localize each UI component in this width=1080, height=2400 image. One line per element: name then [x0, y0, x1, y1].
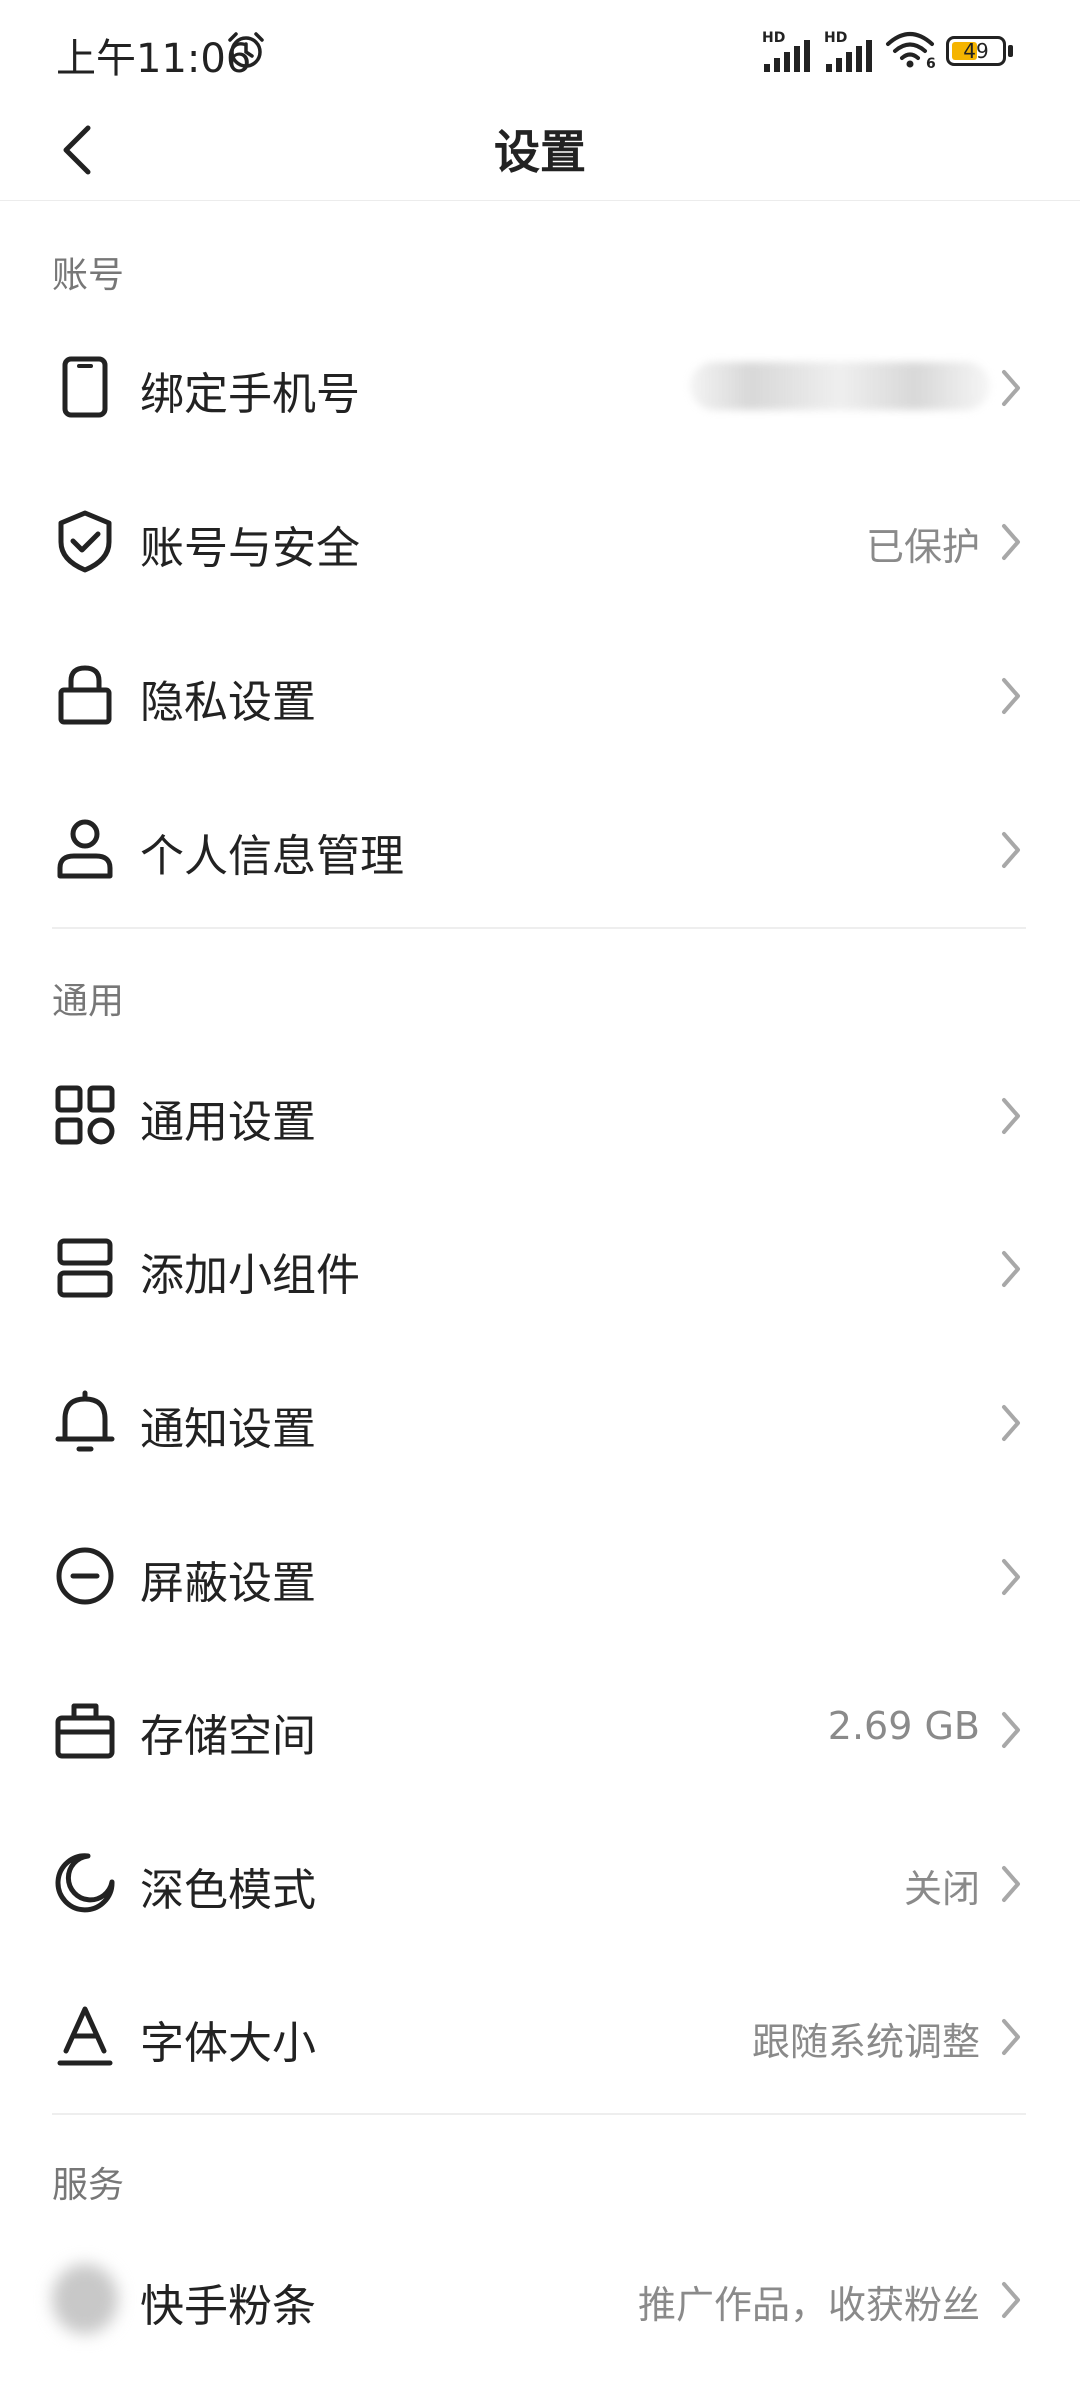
settings-row-label: 屏蔽设置 [140, 1558, 316, 1609]
settings-row-value: 关闭 [903, 1867, 980, 1911]
navigation-bar: 设置 [0, 100, 1080, 201]
chevron-right-icon [1002, 1251, 1020, 1287]
chevron-right-icon [1002, 1866, 1020, 1902]
alarm-icon [228, 32, 264, 68]
wifi-icon: 6 [884, 30, 936, 74]
lock-icon [58, 665, 112, 725]
phone-icon [62, 356, 108, 418]
cell-signal-icon-2: HD [824, 30, 880, 72]
settings-row-value: 2.69 GB [827, 1704, 980, 1748]
chevron-right-icon [1002, 1559, 1020, 1595]
settings-row-label: 个人信息管理 [140, 831, 404, 882]
settings-row-label: 通知设置 [140, 1404, 316, 1455]
chevron-right-icon [1002, 1098, 1020, 1134]
widget-icon [57, 1238, 113, 1298]
settings-row-label: 隐私设置 [140, 677, 316, 728]
settings-row-personal-info[interactable]: 个人信息管理 [0, 774, 1080, 924]
section-header-general: 通用 [52, 981, 125, 1022]
settings-row-font-size[interactable]: 字体大小 跟随系统调整 [0, 1961, 1080, 2111]
chevron-right-icon [1002, 2282, 1020, 2318]
shield-check-icon [58, 510, 112, 573]
settings-row-dark-mode[interactable]: 深色模式 关闭 [0, 1808, 1080, 1958]
bell-icon [55, 1390, 115, 1452]
settings-row-kuaishou-fentiao[interactable]: 快手粉条 推广作品，收获粉丝 [0, 2224, 1080, 2374]
chevron-right-icon [1002, 832, 1020, 868]
moon-icon [55, 1853, 115, 1913]
status-time: 上午11:06 [56, 36, 252, 82]
settings-row-account-security[interactable]: 账号与安全 已保护 [0, 466, 1080, 616]
chevron-right-icon [1002, 1712, 1020, 1748]
block-icon [56, 1547, 114, 1605]
battery-level: 49 [963, 39, 989, 63]
settings-row-storage[interactable]: 存储空间 2.69 GB [0, 1654, 1080, 1804]
section-header-services: 服务 [52, 2165, 125, 2206]
status-bar: 上午11:06 HD HD 6 49 [0, 0, 1080, 100]
settings-row-bind-phone[interactable]: 绑定手机号 [0, 312, 1080, 462]
settings-row-label: 存储空间 [140, 1711, 316, 1762]
settings-row-value: 已保护 [865, 525, 980, 569]
section-divider [52, 927, 1026, 929]
section-header-account: 账号 [52, 255, 125, 296]
chevron-right-icon [1002, 1405, 1020, 1441]
chevron-right-icon [1002, 370, 1020, 406]
chevron-right-icon [1002, 678, 1020, 714]
settings-row-privacy[interactable]: 隐私设置 [0, 620, 1080, 770]
chevron-right-icon [1002, 2019, 1020, 2055]
settings-row-add-widget[interactable]: 添加小组件 [0, 1193, 1080, 1343]
settings-row-notifications[interactable]: 通知设置 [0, 1347, 1080, 1497]
font-size-icon [57, 2006, 113, 2066]
chevron-right-icon [1002, 524, 1020, 560]
settings-row-label: 添加小组件 [140, 1250, 360, 1301]
section-divider [52, 2113, 1026, 2115]
settings-row-label: 字体大小 [140, 2018, 316, 2069]
kuaishou-fentiao-icon [52, 2264, 118, 2334]
storage-box-icon [55, 1703, 115, 1759]
settings-row-value: 跟随系统调整 [751, 2020, 980, 2064]
page-title: 设置 [494, 125, 586, 179]
grid-icon [55, 1085, 115, 1145]
battery-icon: 49 [946, 36, 1016, 68]
settings-row-label: 深色模式 [140, 1865, 316, 1916]
cell-signal-icon-1: HD [762, 30, 818, 72]
person-icon [57, 819, 113, 879]
settings-row-general[interactable]: 通用设置 [0, 1040, 1080, 1190]
phone-number-redacted [690, 362, 990, 410]
settings-row-label: 绑定手机号 [140, 369, 360, 420]
settings-row-label: 通用设置 [140, 1097, 316, 1148]
settings-row-label: 账号与安全 [140, 523, 360, 574]
settings-row-label: 快手粉条 [140, 2281, 316, 2332]
settings-row-block[interactable]: 屏蔽设置 [0, 1501, 1080, 1651]
settings-row-value: 推广作品，收获粉丝 [637, 2283, 980, 2327]
